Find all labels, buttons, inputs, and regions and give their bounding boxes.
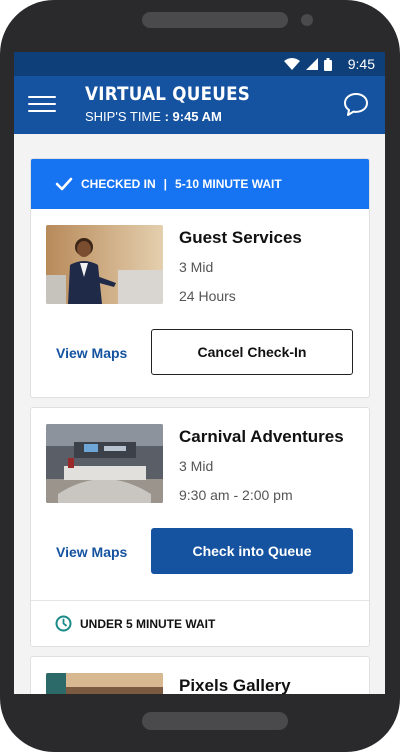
queue-name: Carnival Adventures: [179, 427, 344, 446]
view-maps-link[interactable]: View Maps: [56, 544, 127, 560]
queue-deck: 3 Mid: [179, 458, 214, 474]
chat-icon[interactable]: [343, 91, 369, 122]
status-bar: 9:45: [14, 52, 385, 76]
wait-time: UNDER 5 MINUTE WAIT: [80, 616, 216, 631]
pixels-gallery-photo: [46, 673, 163, 694]
front-camera: [301, 14, 313, 26]
menu-icon[interactable]: [28, 96, 56, 114]
queue-card: CHECKED IN | 5-10 MINUTE WAIT Guest Serv…: [30, 158, 370, 398]
queue-name: Guest Services: [179, 228, 302, 247]
queue-hours: 24 Hours: [179, 288, 236, 304]
signal-icon: [305, 58, 318, 70]
queue-card: Carnival Adventures 3 Mid 9:30 am - 2:00…: [30, 407, 370, 647]
wait-time: 5-10 MINUTE WAIT: [175, 177, 282, 191]
checkmark-icon: [55, 177, 73, 191]
battery-icon: [323, 57, 332, 71]
app-screen: 9:45 VIRTUAL QUEUES SHIP'S TIME : 9:45 A…: [14, 52, 385, 694]
earpiece-speaker: [142, 12, 288, 28]
check-into-queue-button[interactable]: Check into Queue: [151, 528, 353, 574]
carnival-adventures-photo: [46, 424, 163, 503]
queue-name: Pixels Gallery: [179, 676, 291, 694]
ship-time-value: 9:45 AM: [172, 109, 222, 124]
wait-time-bar: UNDER 5 MINUTE WAIT: [31, 600, 369, 646]
status-time: 9:45: [347, 56, 375, 72]
wifi-icon: [283, 58, 300, 70]
page-title: VIRTUAL QUEUES: [85, 83, 251, 105]
queue-card: Pixels Gallery: [30, 656, 370, 694]
app-header: VIRTUAL QUEUES SHIP'S TIME : 9:45 AM: [14, 76, 385, 134]
clock-icon: [55, 615, 72, 632]
ship-time-label: SHIP'S TIME: [85, 109, 161, 124]
queue-deck: 3 Mid: [179, 259, 214, 275]
view-maps-link[interactable]: View Maps: [56, 345, 127, 361]
checked-in-banner: CHECKED IN | 5-10 MINUTE WAIT: [31, 159, 369, 209]
cancel-check-in-button[interactable]: Cancel Check-In: [151, 329, 353, 375]
checked-in-status: CHECKED IN: [81, 177, 156, 191]
phone-frame: 9:45 VIRTUAL QUEUES SHIP'S TIME : 9:45 A…: [0, 0, 400, 752]
ship-time: SHIP'S TIME : 9:45 AM: [85, 109, 222, 124]
queue-hours: 9:30 am - 2:00 pm: [179, 487, 293, 503]
guest-services-photo: [46, 225, 163, 304]
home-button[interactable]: [142, 712, 288, 730]
